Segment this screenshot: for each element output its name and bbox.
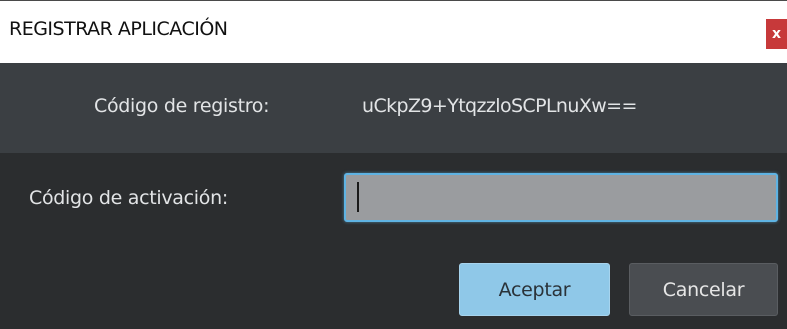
dialog-title: REGISTRAR APLICACIÓN bbox=[9, 18, 228, 40]
accept-button[interactable]: Aceptar bbox=[459, 263, 610, 316]
dialog-titlebar: REGISTRAR APLICACIÓN x bbox=[0, 0, 787, 63]
close-button[interactable]: x bbox=[766, 19, 787, 49]
cancel-button[interactable]: Cancelar bbox=[629, 263, 778, 316]
register-dialog: REGISTRAR APLICACIÓN x Código de registr… bbox=[0, 0, 787, 329]
registration-code-value: uCkpZ9+YtqzzloSCPLnuXw== bbox=[362, 95, 637, 117]
activation-code-label: Código de activación: bbox=[29, 187, 228, 209]
close-icon: x bbox=[771, 26, 782, 42]
registration-code-row: Código de registro: uCkpZ9+YtqzzloSCPLnu… bbox=[0, 63, 787, 153]
registration-code-label: Código de registro: bbox=[94, 95, 270, 117]
activation-code-input[interactable] bbox=[344, 173, 778, 222]
text-caret bbox=[357, 182, 359, 212]
